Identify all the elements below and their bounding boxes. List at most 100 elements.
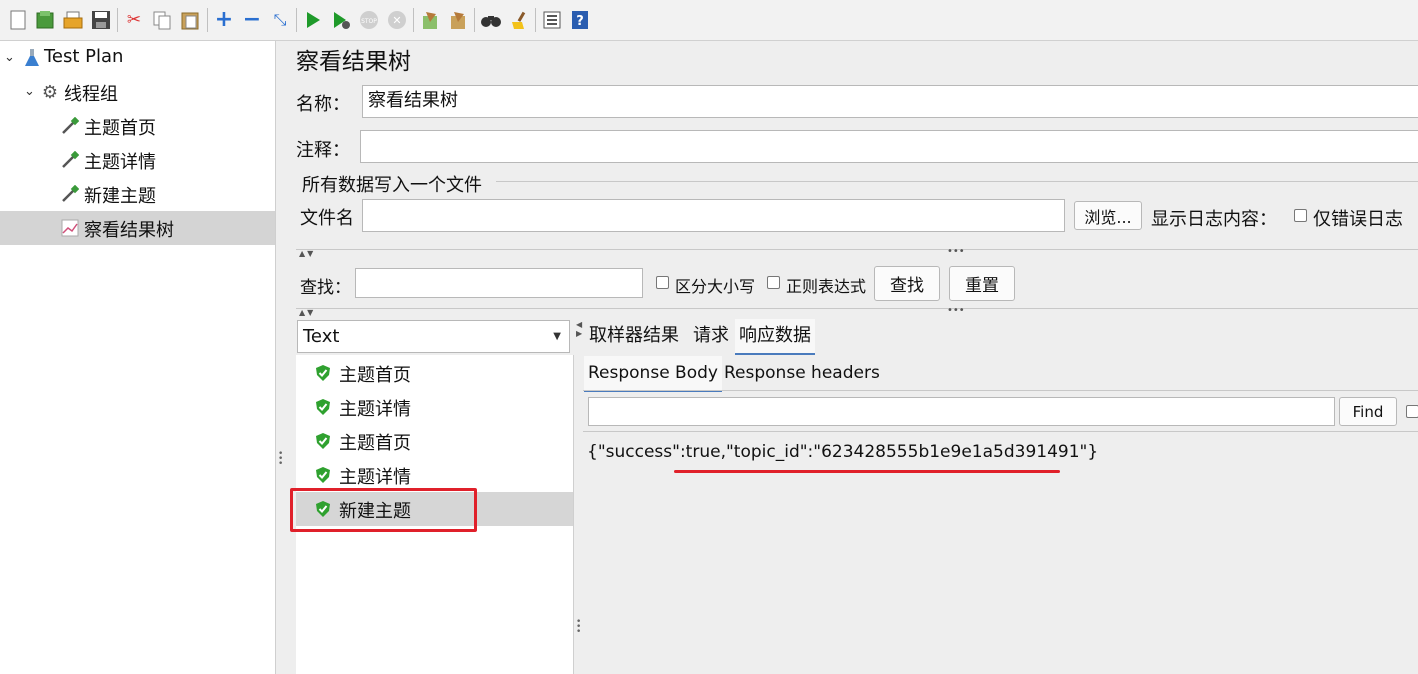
shield-check-icon <box>316 433 330 449</box>
toolbar: ✂ + − ⤡ STOP ✕ ? <box>0 0 1418 41</box>
pipette-icon <box>60 116 80 136</box>
tree-item-listener[interactable]: 察看结果树 <box>0 211 275 245</box>
function-helper-icon[interactable] <box>541 9 563 31</box>
splitter-grip-icon[interactable]: ••• <box>947 246 965 257</box>
tab-sampler-result[interactable]: 取样器结果 <box>585 319 683 353</box>
name-label: 名称： <box>296 94 350 115</box>
renderer-select[interactable]: Text ▼ <box>297 320 570 353</box>
splitter-grip-icon[interactable]: ••• <box>576 618 581 637</box>
svg-text:✕: ✕ <box>392 14 401 27</box>
tree-item-label: 主题首页 <box>84 118 156 139</box>
errors-only-checkbox[interactable] <box>1294 209 1307 222</box>
case-sensitive-checkbox[interactable] <box>656 276 669 289</box>
splitter-grip-icon[interactable]: ••• <box>278 450 283 469</box>
tree-item-label: 主题详情 <box>84 152 156 173</box>
toolbar-separator <box>207 8 208 32</box>
filename-label: 文件名 <box>300 208 354 229</box>
svg-text:STOP: STOP <box>361 18 377 25</box>
flask-icon <box>22 48 42 68</box>
splitter-arrows-icon[interactable]: ▲▼ <box>299 308 315 317</box>
find-button[interactable]: 查找 <box>874 266 940 301</box>
expand-icon[interactable]: + <box>213 9 235 31</box>
tree-item-sampler[interactable]: 主题详情 <box>0 143 275 177</box>
templates-icon[interactable] <box>34 9 56 31</box>
toolbar-separator <box>474 8 475 32</box>
annotation-box <box>290 488 477 532</box>
chevron-down-icon[interactable]: ⌄ <box>4 50 15 65</box>
regex-label: 正则表达式 <box>786 277 867 296</box>
log-content-label: 显示日志内容： <box>1151 209 1277 230</box>
search-input[interactable] <box>355 268 643 298</box>
list-item[interactable]: 主题首页 <box>296 356 573 390</box>
tree-item-sampler[interactable]: 主题首页 <box>0 109 275 143</box>
new-icon[interactable] <box>7 9 29 31</box>
reset-button[interactable]: 重置 <box>949 266 1015 301</box>
list-item[interactable]: 主题详情 <box>296 390 573 424</box>
save-icon[interactable] <box>90 9 112 31</box>
comment-field[interactable] <box>360 130 1418 163</box>
start-icon[interactable] <box>302 9 324 31</box>
tree-item-label: 察看结果树 <box>84 220 174 241</box>
chevron-down-icon[interactable]: ▼ <box>553 321 561 352</box>
filename-field[interactable] <box>362 199 1065 232</box>
toggle-icon[interactable]: ⤡ <box>269 9 291 31</box>
search-label: 查找： <box>300 278 351 298</box>
shield-check-icon <box>316 365 330 381</box>
regex-checkbox[interactable] <box>767 276 780 289</box>
list-item[interactable]: 主题详情 <box>296 458 573 492</box>
chart-icon <box>60 218 80 238</box>
gear-icon: ⚙ <box>41 81 59 103</box>
clear-icon[interactable] <box>419 9 441 31</box>
collapse-icon[interactable]: − <box>241 9 263 31</box>
toolbar-separator <box>413 8 414 32</box>
paste-icon[interactable] <box>179 9 201 31</box>
list-item[interactable]: 主题首页 <box>296 424 573 458</box>
splitter-arrows-icon[interactable]: ◀ ▶ <box>576 320 582 338</box>
annotation-underline <box>674 470 1060 473</box>
response-find-input[interactable] <box>588 397 1335 426</box>
errors-only-label: 仅错误日志 <box>1313 209 1403 230</box>
tab-response-headers[interactable]: Response headers <box>720 356 884 390</box>
shutdown-icon[interactable]: ✕ <box>386 9 408 31</box>
shield-check-icon <box>316 399 330 415</box>
tab-response-data[interactable]: 响应数据 <box>735 319 815 355</box>
splitter-grip-icon[interactable]: ••• <box>947 305 965 316</box>
reset-search-icon[interactable] <box>508 9 530 31</box>
case-sensitive-label: 区分大小写 <box>675 277 756 296</box>
tree-item-thread-group[interactable]: ⌄ ⚙ 线程组 <box>0 75 275 109</box>
stop-icon[interactable]: STOP <box>358 9 380 31</box>
file-section-label: 所有数据写入一个文件 <box>302 175 482 196</box>
start-no-pause-icon[interactable] <box>330 9 352 31</box>
tab-response-body[interactable]: Response Body <box>584 356 722 392</box>
copy-icon[interactable] <box>151 9 173 31</box>
tree-item-label: 新建主题 <box>84 186 156 207</box>
tree-item-sampler[interactable]: 新建主题 <box>0 177 275 211</box>
divider <box>583 390 1418 391</box>
response-find-button[interactable]: Find <box>1339 397 1397 426</box>
toolbar-separator <box>117 8 118 32</box>
cut-icon[interactable]: ✂ <box>123 9 145 31</box>
tab-request[interactable]: 请求 <box>689 319 733 353</box>
section-border <box>496 181 1418 182</box>
list-item-label: 主题首页 <box>339 365 411 386</box>
help-icon[interactable]: ? <box>569 9 591 31</box>
browse-button[interactable]: 浏览... <box>1074 201 1142 230</box>
splitter-arrows-icon[interactable]: ▲▼ <box>299 249 315 258</box>
search-icon[interactable] <box>480 9 502 31</box>
svg-text:?: ? <box>576 14 584 29</box>
response-body-text: {"success":true,"topic_id":"623428555b1e… <box>587 442 1099 462</box>
pipette-icon <box>60 184 80 204</box>
splitter[interactable] <box>296 308 1418 309</box>
shield-check-icon <box>316 467 330 483</box>
open-icon[interactable] <box>62 9 84 31</box>
response-find-checkbox[interactable] <box>1406 405 1418 418</box>
test-plan-tree: ⌄ Test Plan ⌄ ⚙ 线程组 主题首页 主题详情 新建主题 察看结果树 <box>0 41 276 674</box>
tree-item-label: 线程组 <box>64 84 118 105</box>
list-item-label: 主题首页 <box>339 433 411 454</box>
toolbar-separator <box>535 8 536 32</box>
splitter[interactable] <box>296 249 1418 250</box>
name-field[interactable]: 察看结果树 <box>362 85 1418 118</box>
chevron-down-icon[interactable]: ⌄ <box>24 84 35 99</box>
tree-item-test-plan[interactable]: ⌄ Test Plan <box>0 41 275 75</box>
clear-all-icon[interactable] <box>447 9 469 31</box>
